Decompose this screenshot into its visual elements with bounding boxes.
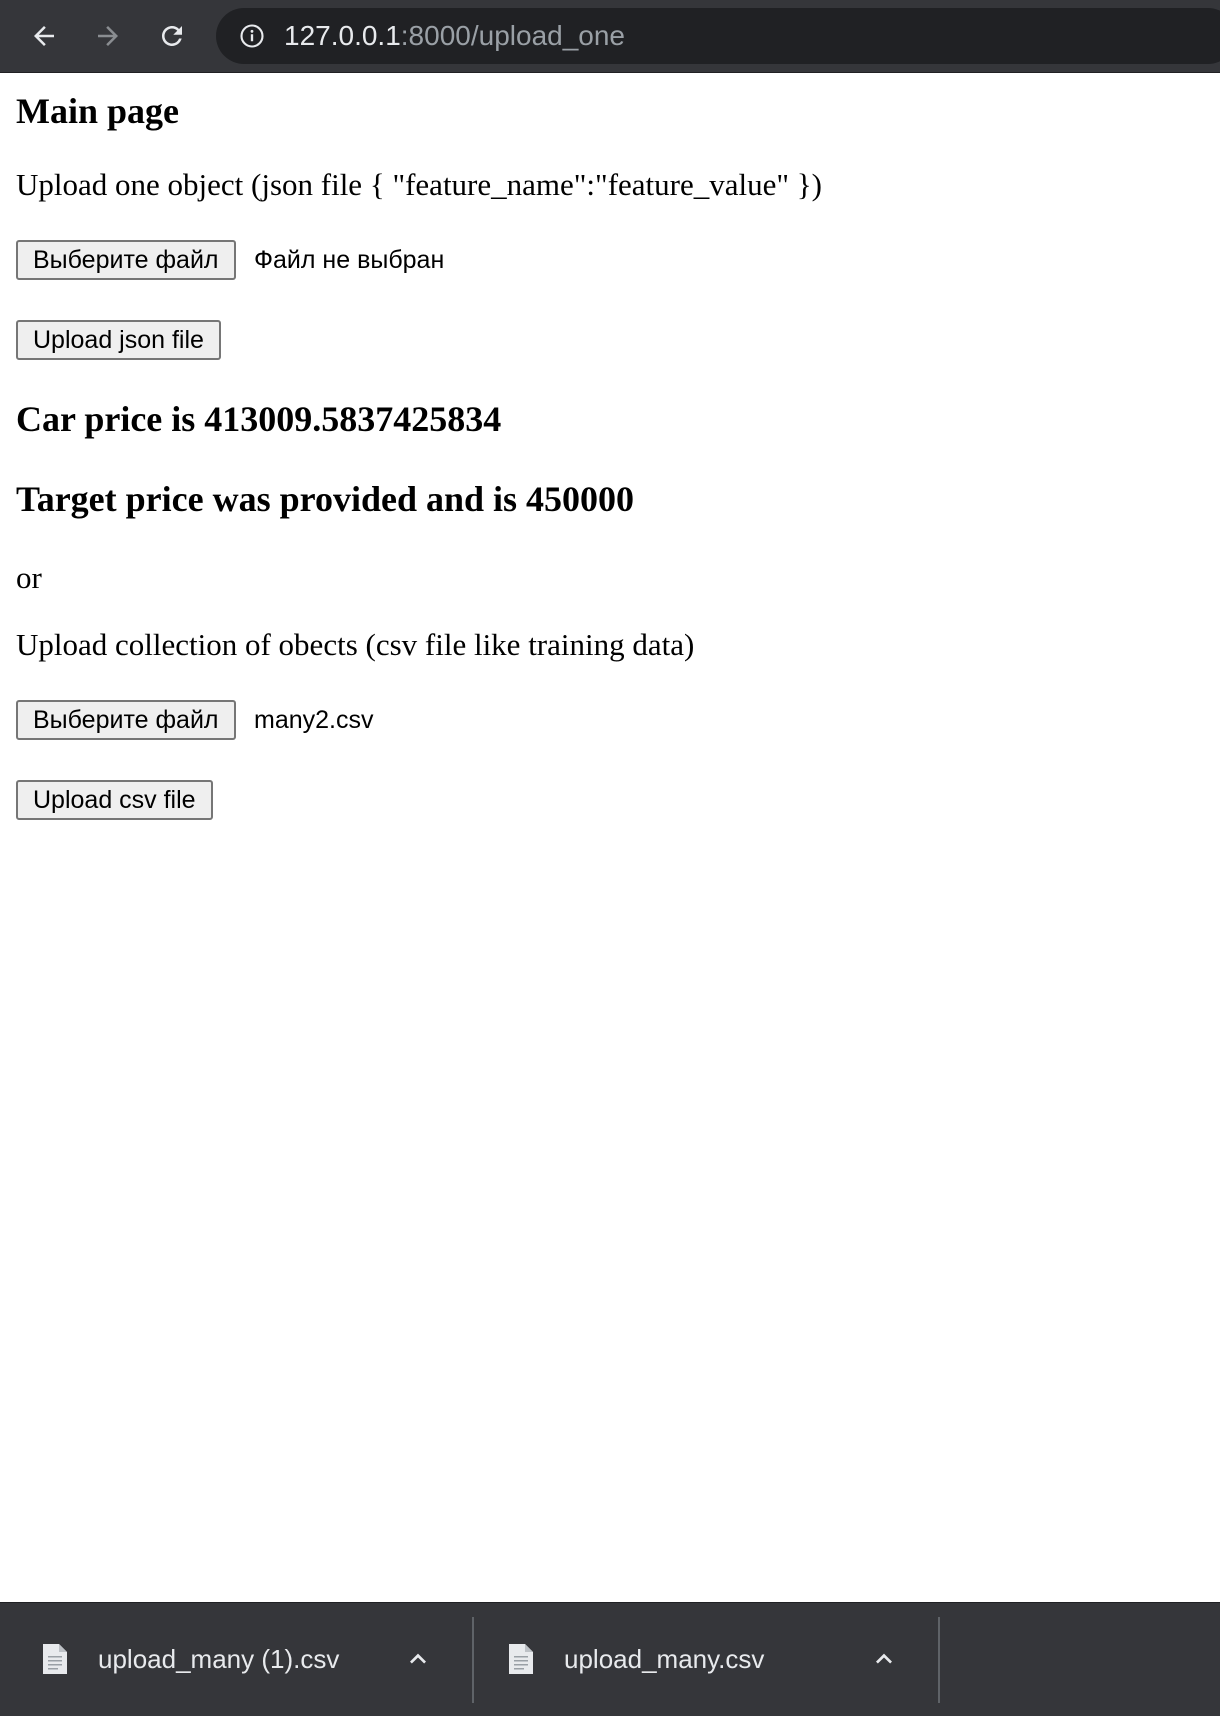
shelf-divider: [938, 1617, 940, 1703]
file-icon: [509, 1644, 533, 1674]
page-title: Main page: [16, 91, 180, 131]
file-icon: [43, 1644, 67, 1674]
browser-toolbar: 127.0.0.1:8000/upload_one: [0, 0, 1220, 73]
upload-json-button[interactable]: Upload json file: [16, 320, 221, 360]
csv-file-status: many2.csv: [254, 706, 374, 734]
url-host: 127.0.0.1: [284, 20, 401, 51]
download-item[interactable]: upload_many.csv: [466, 1603, 932, 1716]
json-file-status: Файл не выбран: [254, 246, 445, 274]
forward-button[interactable]: [86, 14, 130, 58]
upload-csv-button[interactable]: Upload csv file: [16, 780, 213, 820]
or-text: or: [16, 560, 42, 595]
arrow-left-icon: [34, 26, 54, 46]
arrow-right-icon: [98, 26, 118, 46]
download-item[interactable]: upload_many (1).csv: [0, 1603, 466, 1716]
upload-collection-label: Upload collection of obects (csv file li…: [16, 627, 695, 662]
target-price-result: Target price was provided and is 450000: [16, 479, 635, 519]
chevron-up-icon[interactable]: [402, 1643, 434, 1675]
download-shelf: upload_many (1).csv upload_many.csv: [0, 1602, 1220, 1716]
address-bar[interactable]: 127.0.0.1:8000/upload_one: [216, 8, 1220, 64]
chevron-up-icon[interactable]: [868, 1643, 900, 1675]
back-button[interactable]: [22, 14, 66, 58]
download-filename: upload_many.csv: [564, 1644, 765, 1674]
url-path: :8000/upload_one: [400, 20, 625, 51]
reload-icon: [162, 26, 182, 46]
upload-one-label: Upload one object (json file { "feature_…: [16, 167, 822, 202]
choose-csv-file-button[interactable]: Выберите файл: [16, 700, 236, 740]
reload-button[interactable]: [150, 14, 194, 58]
car-price-result: Car price is 413009.5837425834: [16, 399, 502, 439]
url-text: 127.0.0.1:8000/upload_one: [284, 8, 625, 64]
download-filename: upload_many (1).csv: [98, 1644, 340, 1674]
info-icon[interactable]: [238, 22, 266, 50]
choose-json-file-button[interactable]: Выберите файл: [16, 240, 236, 280]
